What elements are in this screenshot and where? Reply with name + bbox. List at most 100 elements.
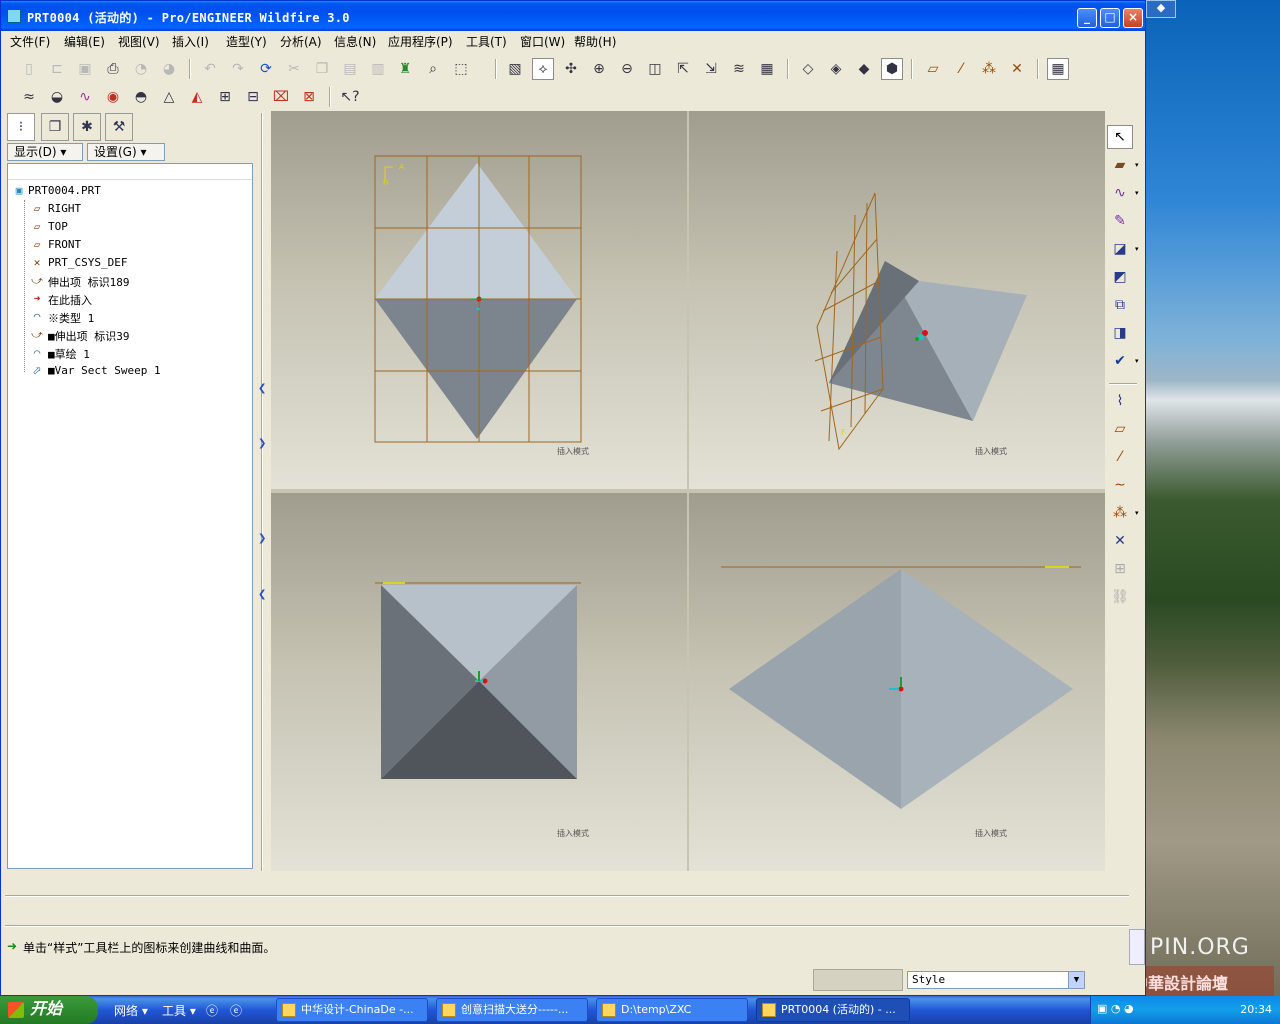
viewport-front[interactable]: AH 插入模式 bbox=[271, 111, 687, 489]
layers-icon[interactable]: ≋ bbox=[728, 58, 750, 80]
dropdown-icon[interactable]: ▾ bbox=[1135, 509, 1143, 517]
reorient-icon[interactable]: ⇱ bbox=[672, 58, 694, 80]
sash-collapse-icon[interactable]: ❮ bbox=[258, 589, 266, 600]
new-file-icon[interactable]: ▯ bbox=[18, 58, 40, 80]
sketch-plane-icon[interactable]: ▰ bbox=[1107, 153, 1133, 177]
sash-collapse-icon[interactable]: ❮ bbox=[258, 383, 266, 394]
dropdown-icon[interactable]: ▾ bbox=[1135, 357, 1143, 365]
menu-applications[interactable]: 应用程序(P) bbox=[388, 33, 453, 50]
menu-view[interactable]: 视图(V) bbox=[118, 33, 160, 50]
coordinate-systems-toggle-icon[interactable]: ✕ bbox=[1006, 58, 1028, 80]
dropdown-icon[interactable]: ▾ bbox=[1135, 189, 1143, 197]
menu-tools[interactable]: 工具(T) bbox=[466, 33, 507, 50]
paste-icon[interactable]: ▤ bbox=[339, 58, 361, 80]
select-arrow-icon[interactable]: ↖ bbox=[1107, 125, 1133, 149]
hidden-line-icon[interactable]: ◈ bbox=[825, 58, 847, 80]
tree-item[interactable]: ⌒ ■草绘 1 bbox=[8, 344, 252, 362]
tree-item[interactable]: ▣ PRT0004.PRT bbox=[8, 182, 252, 200]
done-check-icon[interactable]: ✔ bbox=[1107, 349, 1133, 373]
datum-plane-tool-icon[interactable]: ▱ bbox=[1107, 417, 1133, 441]
close-button[interactable]: × bbox=[1123, 8, 1143, 28]
tree-item[interactable]: ⤻ ■伸出项 标识39 bbox=[8, 326, 252, 344]
zoom-out-icon[interactable]: ⊖ bbox=[616, 58, 638, 80]
quick-tools[interactable]: 工具 ▾ bbox=[162, 1002, 196, 1019]
send-link-icon[interactable]: ◕ bbox=[158, 58, 180, 80]
menu-info[interactable]: 信息(N) bbox=[334, 33, 376, 50]
sash-expand-icon[interactable]: ❯ bbox=[258, 533, 266, 544]
surface-analysis-icon[interactable]: ◒ bbox=[46, 86, 68, 108]
taskbar-button[interactable]: PRT0004 (活动的) - ... bbox=[756, 998, 910, 1022]
paste-special-icon[interactable]: ▥ bbox=[367, 58, 389, 80]
sash-expand-icon[interactable]: ❯ bbox=[258, 438, 266, 449]
taskbar-button[interactable]: D:\temp\ZXC bbox=[596, 998, 748, 1022]
context-help-icon[interactable]: ↖? bbox=[339, 86, 361, 108]
favorites-tab[interactable]: ✱ bbox=[73, 113, 101, 141]
curvature-icon[interactable]: ∿ bbox=[74, 86, 96, 108]
taskbar-button[interactable]: 中华设计-ChinaDe -... bbox=[276, 998, 428, 1022]
tree-item[interactable]: ⬀ ■Var Sect Sweep 1 bbox=[8, 362, 252, 380]
datum-axis-tool-icon[interactable]: ⁄ bbox=[1107, 445, 1133, 469]
menu-insert[interactable]: 插入(I) bbox=[172, 33, 209, 50]
quick-network[interactable]: 网络 ▾ bbox=[114, 1002, 148, 1019]
sketch-tool-icon[interactable]: ⌇ bbox=[1107, 389, 1133, 413]
panel-sash[interactable]: ❮ ❯ ❯ ❮ bbox=[257, 113, 269, 871]
spin-center-icon[interactable]: ⟡ bbox=[532, 58, 554, 80]
multi-view-icon[interactable]: ▦ bbox=[1047, 58, 1069, 80]
delete-all-analysis-icon[interactable]: ⊠ bbox=[298, 86, 320, 108]
menu-analysis[interactable]: 分析(A) bbox=[280, 33, 322, 50]
copy-icon[interactable]: ❐ bbox=[311, 58, 333, 80]
folder-browser-tab[interactable]: ❐ bbox=[41, 113, 69, 141]
curve-icon[interactable]: ∿ bbox=[1107, 181, 1133, 205]
graphics-window[interactable]: AH 插入模式 F 插入模式 插入模式 插入模式 bbox=[271, 111, 1105, 871]
viewport-isometric[interactable]: F 插入模式 bbox=[689, 111, 1105, 489]
shading-icon[interactable]: ⬢ bbox=[881, 58, 903, 80]
regenerate-icon[interactable]: ⟳ bbox=[255, 58, 277, 80]
trim-surface-icon[interactable]: ⧉ bbox=[1107, 293, 1133, 317]
maximize-button[interactable]: □ bbox=[1100, 8, 1120, 28]
minimize-button[interactable]: _ bbox=[1077, 8, 1097, 28]
model-player-icon[interactable]: ♜ bbox=[394, 58, 416, 80]
undo-icon[interactable]: ↶ bbox=[199, 58, 221, 80]
menu-edit[interactable]: 编辑(E) bbox=[64, 33, 105, 50]
orient-mode-icon[interactable]: ✣ bbox=[560, 58, 582, 80]
menu-help[interactable]: 帮助(H) bbox=[574, 33, 616, 50]
ie-icon[interactable]: ⓔ bbox=[230, 1002, 242, 1019]
slope-icon[interactable]: ◭ bbox=[186, 86, 208, 108]
start-button[interactable]: 开始 bbox=[0, 996, 98, 1024]
refit-icon[interactable]: ◫ bbox=[644, 58, 666, 80]
tree-item[interactable]: ⤻ 伸出项 标识189 bbox=[8, 272, 252, 290]
zoom-in-icon[interactable]: ⊕ bbox=[588, 58, 610, 80]
title-bar[interactable]: PRT0004 (活动的) - Pro/ENGINEER Wildfire 3.… bbox=[1, 1, 1145, 31]
draft-icon[interactable]: △ bbox=[158, 86, 180, 108]
chain-icon[interactable]: ⛓ bbox=[1107, 585, 1133, 609]
open-file-icon[interactable]: ⊏ bbox=[46, 58, 68, 80]
connections-tab[interactable]: ⚒ bbox=[105, 113, 133, 141]
datum-points-toggle-icon[interactable]: ⁂ bbox=[978, 58, 1000, 80]
curve-analysis-icon[interactable]: ≈ bbox=[18, 86, 40, 108]
datum-point-tool-icon[interactable]: ⁂ bbox=[1107, 501, 1133, 525]
analysis-feature-icon[interactable]: ⊞ bbox=[1107, 557, 1133, 581]
tree-item[interactable]: ✕ PRT_CSYS_DEF bbox=[8, 254, 252, 272]
boundary-surface-icon[interactable]: ◪ bbox=[1107, 237, 1133, 261]
delete-analysis-icon[interactable]: ⌧ bbox=[270, 86, 292, 108]
send-mail-icon[interactable]: ◔ bbox=[130, 58, 152, 80]
settings-dropdown[interactable]: 设置(G) ▾ bbox=[87, 143, 165, 161]
coordinate-system-tool-icon[interactable]: ✕ bbox=[1107, 529, 1133, 553]
view-manager-icon[interactable]: ▦ bbox=[756, 58, 778, 80]
no-hidden-icon[interactable]: ◆ bbox=[853, 58, 875, 80]
menu-styling[interactable]: 造型(Y) bbox=[226, 33, 267, 50]
ie-icon[interactable]: ⓔ bbox=[206, 1002, 218, 1019]
print-icon[interactable]: ⎙ bbox=[102, 58, 124, 80]
menu-file[interactable]: 文件(F) bbox=[10, 33, 50, 50]
saved-views-icon[interactable]: ⇲ bbox=[700, 58, 722, 80]
viewport-right[interactable]: 插入模式 bbox=[689, 493, 1105, 871]
selection-box-icon[interactable]: ⬚ bbox=[450, 58, 472, 80]
edit-curve-icon[interactable]: ✎ bbox=[1107, 209, 1133, 233]
tree-item[interactable]: ◠ ※类型 1 bbox=[8, 308, 252, 326]
tree-item[interactable]: ▱ FRONT bbox=[8, 236, 252, 254]
tree-item[interactable]: ▱ TOP bbox=[8, 218, 252, 236]
dropdown-icon[interactable]: ▾ bbox=[1135, 161, 1143, 169]
show-dropdown[interactable]: 显示(D) ▾ bbox=[7, 143, 83, 161]
dropdown-icon[interactable]: ▾ bbox=[1135, 245, 1143, 253]
redo-icon[interactable]: ↷ bbox=[227, 58, 249, 80]
